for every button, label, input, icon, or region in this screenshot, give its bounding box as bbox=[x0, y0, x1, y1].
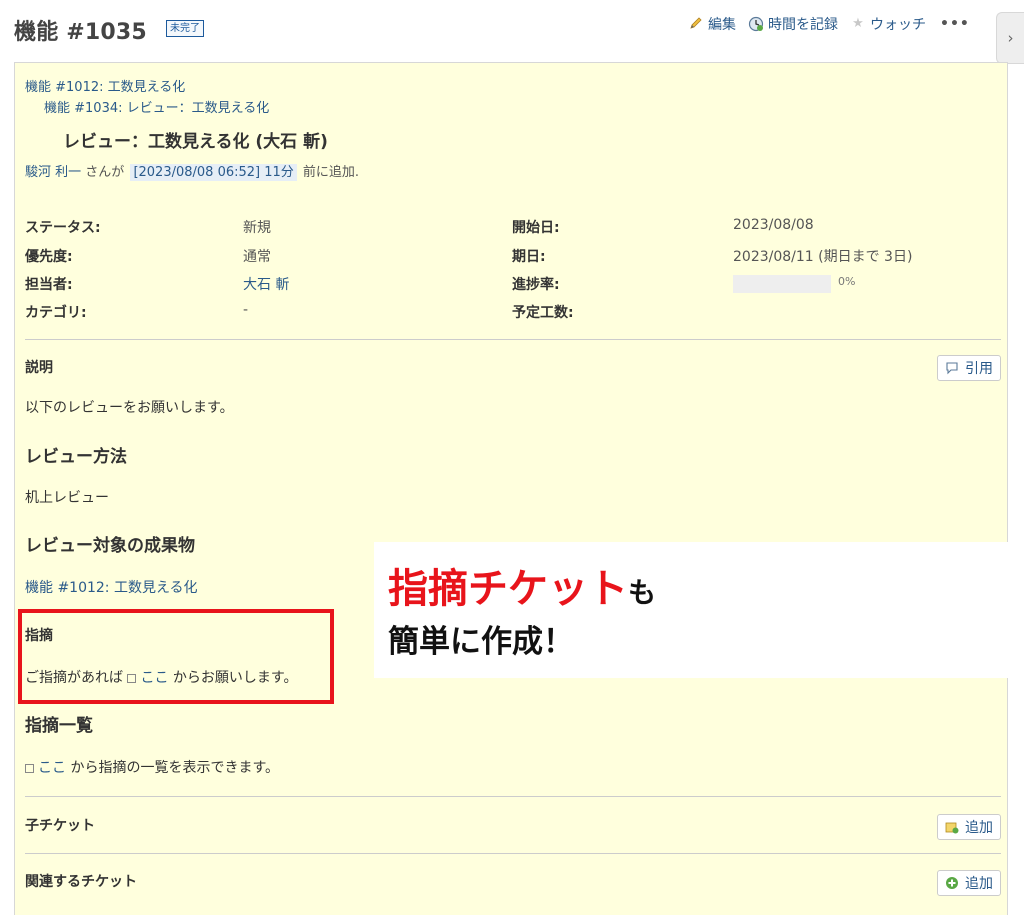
add-subtask-button[interactable]: 追加 bbox=[937, 814, 1001, 840]
external-link-icon bbox=[25, 764, 34, 773]
divider bbox=[25, 339, 1001, 340]
timestamp-link[interactable]: [2023/08/08 06:52] 11分 bbox=[130, 164, 297, 181]
add-issue-icon bbox=[945, 820, 959, 834]
more-menu-icon[interactable]: ••• bbox=[940, 16, 970, 32]
speech-bubble-icon bbox=[945, 361, 959, 375]
divider bbox=[25, 853, 1001, 854]
category-label: カテゴリ: bbox=[25, 305, 87, 321]
log-time-label: 時間を記録 bbox=[768, 17, 838, 33]
author-suffix: 前に追加. bbox=[302, 165, 360, 180]
callout-overlay: 指摘チケットも 簡単に作成！ bbox=[374, 542, 1024, 678]
description-heading: 説明 bbox=[25, 360, 53, 376]
related-issues-title: 関連するチケット bbox=[25, 874, 137, 890]
estimated-time-label: 予定工数: bbox=[512, 305, 574, 321]
remarks-list-link[interactable]: ここ bbox=[38, 760, 66, 776]
description-intro: 以下のレビューをお願いします。 bbox=[25, 400, 234, 416]
subtasks-title: 子チケット bbox=[25, 818, 95, 834]
quote-button[interactable]: 引用 bbox=[937, 355, 1001, 381]
pencil-icon bbox=[688, 16, 704, 32]
add-relation-label: 追加 bbox=[965, 876, 993, 892]
watch-label: ウォッチ bbox=[870, 17, 926, 33]
assignee-link[interactable]: 大石 斬 bbox=[243, 274, 289, 294]
divider bbox=[25, 796, 1001, 797]
review-target-heading: レビュー対象の成果物 bbox=[25, 536, 195, 556]
edit-label: 編集 bbox=[708, 17, 736, 33]
category-value: - bbox=[243, 302, 249, 318]
add-subtask-label: 追加 bbox=[965, 820, 993, 836]
log-time-link[interactable]: 時間を記録 bbox=[748, 14, 838, 34]
review-method-heading: レビュー方法 bbox=[25, 447, 127, 467]
status-value: 新規 bbox=[243, 220, 271, 236]
parent-issue-link[interactable]: 機能 #1034: レビュー：工数見える化 bbox=[44, 101, 269, 116]
watch-link[interactable]: ★ ウォッチ bbox=[850, 14, 926, 34]
issue-details: 機能 #1012: 工数見える化 機能 #1034: レビュー：工数見える化 レ… bbox=[14, 62, 1008, 915]
progress-percent: 0% bbox=[838, 275, 856, 288]
issue-subject: レビュー：工数見える化 (大石 斬) bbox=[63, 132, 328, 152]
due-date-value: 2023/08/11 (期日まで 3日) bbox=[733, 249, 913, 265]
status-badge: 未完了 bbox=[166, 20, 204, 37]
review-method-text: 机上レビュー bbox=[25, 490, 109, 506]
callout-line-2: 簡単に作成！ bbox=[388, 624, 574, 660]
priority-label: 優先度: bbox=[25, 249, 73, 265]
add-relation-button[interactable]: 追加 bbox=[937, 870, 1001, 896]
priority-value: 通常 bbox=[243, 249, 271, 265]
star-icon: ★ bbox=[852, 16, 864, 31]
clock-icon bbox=[748, 16, 764, 32]
remarks-list-heading: 指摘一覧 bbox=[25, 716, 93, 736]
author-san: さんが bbox=[85, 165, 125, 180]
status-label: ステータス: bbox=[25, 220, 101, 236]
progress-label: 進捗率: bbox=[512, 277, 560, 293]
author-link[interactable]: 駿河 利一 bbox=[25, 165, 81, 180]
parent-issue-link[interactable]: 機能 #1012: 工数見える化 bbox=[25, 80, 185, 95]
chevron-right-icon: › bbox=[1007, 29, 1014, 47]
contextual-actions: 編集 時間を記録 ★ ウォッチ ••• bbox=[688, 14, 970, 34]
sidebar-toggle-button[interactable]: › bbox=[996, 12, 1024, 64]
author-line: 駿河 利一 さんが [2023/08/08 06:52] 11分 前に追加. bbox=[25, 161, 360, 181]
review-target-link[interactable]: 機能 #1012: 工数見える化 bbox=[25, 577, 198, 597]
callout-suffix-text: も bbox=[628, 576, 657, 609]
assignee-label: 担当者: bbox=[25, 277, 73, 293]
highlight-frame bbox=[18, 609, 334, 704]
edit-link[interactable]: 編集 bbox=[688, 14, 736, 34]
start-date-value: 2023/08/08 bbox=[733, 217, 814, 233]
quote-label: 引用 bbox=[965, 361, 993, 377]
callout-line-1: 指摘チケットも bbox=[388, 556, 656, 614]
parent-issues: 機能 #1012: 工数見える化 機能 #1034: レビュー：工数見える化 bbox=[25, 77, 269, 119]
start-date-label: 開始日: bbox=[512, 220, 560, 236]
remarks-list-suffix: から指摘の一覧を表示できます。 bbox=[70, 760, 280, 776]
page-title: 機能 #1035 bbox=[14, 20, 147, 45]
add-icon bbox=[945, 876, 959, 890]
remarks-list-text: ここ から指摘の一覧を表示できます。 bbox=[25, 757, 279, 777]
due-date-label: 期日: bbox=[512, 249, 546, 265]
progress-bar bbox=[733, 275, 831, 293]
callout-highlight-text: 指摘チケット bbox=[388, 566, 628, 612]
